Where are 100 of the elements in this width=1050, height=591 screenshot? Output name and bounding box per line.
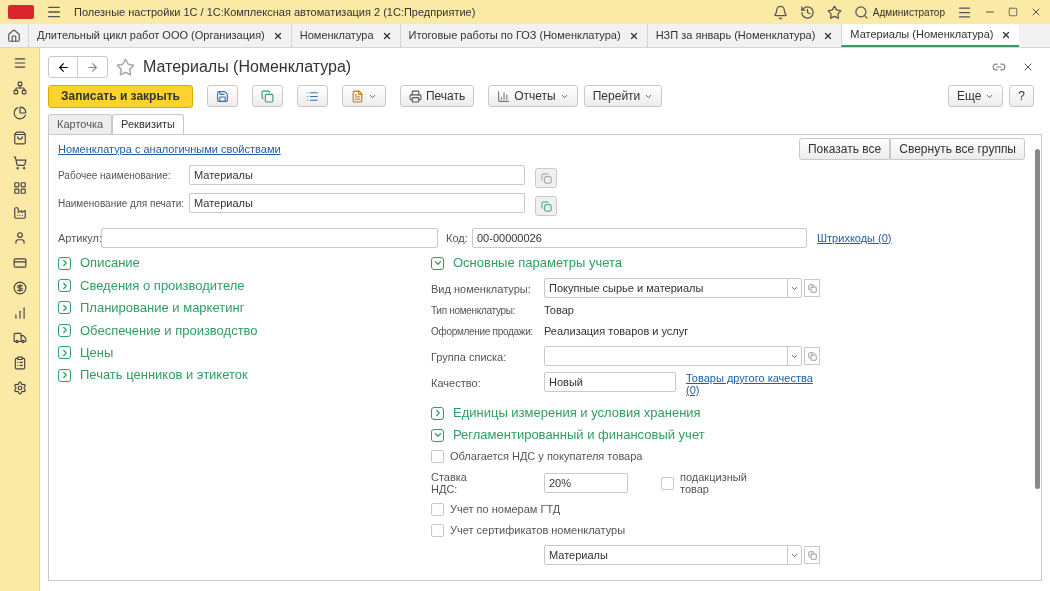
close-tab-icon[interactable] <box>1001 29 1012 40</box>
window-tab[interactable]: Материалы (Номенклатура) <box>841 24 1020 47</box>
close-tab-icon[interactable] <box>823 30 834 41</box>
form-tab[interactable]: Карточка <box>48 114 113 134</box>
text-field[interactable]: Материалы <box>189 165 525 185</box>
checkbox[interactable] <box>431 503 444 516</box>
clipboard-icon[interactable] <box>12 356 27 370</box>
open-button[interactable] <box>804 279 820 297</box>
history-icon[interactable] <box>799 4 815 20</box>
truck-icon[interactable] <box>12 331 27 345</box>
collapse-icon[interactable] <box>431 256 444 270</box>
select-field[interactable] <box>544 346 802 366</box>
bar-chart-icon[interactable] <box>12 306 27 320</box>
collapse-icon[interactable] <box>431 428 444 442</box>
open-button[interactable] <box>804 347 820 365</box>
star-icon[interactable] <box>826 4 842 20</box>
group-header[interactable]: Обеспечение и производство <box>80 320 258 341</box>
select-field[interactable]: Покупные сырье и материалы <box>544 278 802 298</box>
user-name[interactable]: Администратор <box>872 4 945 20</box>
copy-button[interactable] <box>251 85 283 107</box>
expand-icon[interactable] <box>58 323 71 337</box>
checkbox-label[interactable]: Учет сертификатов номенклатуры <box>450 522 626 539</box>
form-title: Материалы (Номенклатура) <box>143 57 353 77</box>
open-button[interactable] <box>804 546 820 564</box>
field-label: Вид номенклатуры: <box>431 283 531 295</box>
similar-items-link[interactable]: Номенклатура с аналогичными свойствами <box>58 140 799 158</box>
save-close-button[interactable]: Записать и закрыть <box>48 84 193 108</box>
maximize-icon[interactable] <box>1008 7 1018 17</box>
expand-icon[interactable] <box>58 279 71 293</box>
link-icon[interactable] <box>992 60 1006 74</box>
vat-field[interactable]: 20% <box>544 473 628 493</box>
coin-icon[interactable] <box>12 281 27 295</box>
checkbox[interactable] <box>431 450 444 463</box>
checkbox-label[interactable]: Облагается НДС у покупателя товара <box>450 448 643 465</box>
select-field[interactable]: Материалы <box>544 545 802 565</box>
expand-icon[interactable] <box>58 256 71 270</box>
window-tab[interactable]: Длительный цикл работ ООО (Организация) <box>28 24 291 47</box>
show-all-button[interactable]: Показать все <box>799 138 891 160</box>
bag-icon[interactable] <box>12 131 27 145</box>
star-icon[interactable] <box>116 57 135 77</box>
reports-button[interactable]: Отчеты <box>488 85 578 107</box>
expand-icon[interactable] <box>431 406 444 420</box>
cart-icon[interactable] <box>12 156 27 170</box>
group-header[interactable]: Регламентированный и финансовый учет <box>453 425 705 445</box>
expand-icon[interactable] <box>58 346 71 360</box>
document-button[interactable] <box>341 85 386 107</box>
close-tab-icon[interactable] <box>628 30 639 41</box>
close-icon[interactable] <box>1022 61 1034 73</box>
diagram-icon[interactable] <box>12 81 27 95</box>
other-quality-link[interactable]: Товары другого качества (0) <box>686 372 816 396</box>
menu-icon[interactable] <box>12 56 27 70</box>
article-field[interactable] <box>101 228 438 248</box>
expand-icon[interactable] <box>58 368 71 382</box>
print-button[interactable]: Печать <box>399 85 475 107</box>
grid-icon[interactable] <box>12 181 27 195</box>
settings-menu-icon[interactable] <box>957 4 972 20</box>
factory-icon[interactable] <box>12 206 27 220</box>
person-icon[interactable] <box>12 231 27 245</box>
text-field[interactable]: Материалы <box>189 193 525 213</box>
field-label: Тип номенклатуры: <box>431 304 517 318</box>
card-icon[interactable] <box>12 256 27 270</box>
checkbox-label[interactable]: подакцизный товар <box>680 471 760 495</box>
group-header[interactable]: Описание <box>80 253 140 273</box>
pie-chart-icon[interactable] <box>12 106 27 120</box>
group-header[interactable]: Основные параметры учета <box>453 253 622 273</box>
field-label: Артикул: <box>58 230 101 246</box>
copy-button[interactable] <box>535 196 557 216</box>
code-field[interactable]: 00-00000026 <box>472 228 807 248</box>
collapse-all-button[interactable]: Свернуть все группы <box>890 138 1025 160</box>
field-label: Группа списка: <box>431 351 507 363</box>
home-icon[interactable] <box>7 28 21 43</box>
group-header[interactable]: Печать ценников и этикеток <box>80 365 248 385</box>
window-tab[interactable]: Итоговые работы по ГОЗ (Номенклатура) <box>399 24 647 47</box>
group-header[interactable]: Единицы измерения и условия хранения <box>453 403 701 423</box>
checkbox-label[interactable]: Учет по номерам ГТД <box>450 501 561 518</box>
field-label: Ставка НДС: <box>431 471 468 495</box>
help-button[interactable]: ? <box>1009 85 1034 107</box>
barcodes-link[interactable]: Штрихкоды (0) <box>817 229 892 247</box>
goto-button[interactable]: Перейти <box>583 85 663 107</box>
close-icon[interactable] <box>1030 6 1042 18</box>
checkbox[interactable] <box>661 476 674 490</box>
bell-icon[interactable] <box>772 4 788 20</box>
list-button[interactable] <box>296 85 328 107</box>
quality-field[interactable]: Новый <box>544 372 676 392</box>
group-header[interactable]: Сведения о производителе <box>80 275 245 296</box>
expand-icon[interactable] <box>58 301 71 315</box>
save-button[interactable] <box>206 85 238 107</box>
checkbox[interactable] <box>431 524 444 537</box>
menu-icon[interactable] <box>46 4 62 20</box>
close-tab-icon[interactable] <box>381 30 392 41</box>
close-tab-icon[interactable] <box>272 30 283 41</box>
copy-button[interactable] <box>535 168 557 188</box>
group-header[interactable]: Планирование и маркетинг <box>80 298 245 318</box>
window-tab[interactable]: Номенклатура <box>290 24 400 47</box>
document-icon <box>350 89 364 103</box>
settings-icon[interactable] <box>12 381 27 395</box>
more-button[interactable]: Еще <box>947 85 1004 107</box>
form-tab[interactable]: Реквизиты <box>112 114 184 134</box>
field-label: Оформление продажи: <box>431 325 534 339</box>
search-icon[interactable] <box>853 4 869 20</box>
